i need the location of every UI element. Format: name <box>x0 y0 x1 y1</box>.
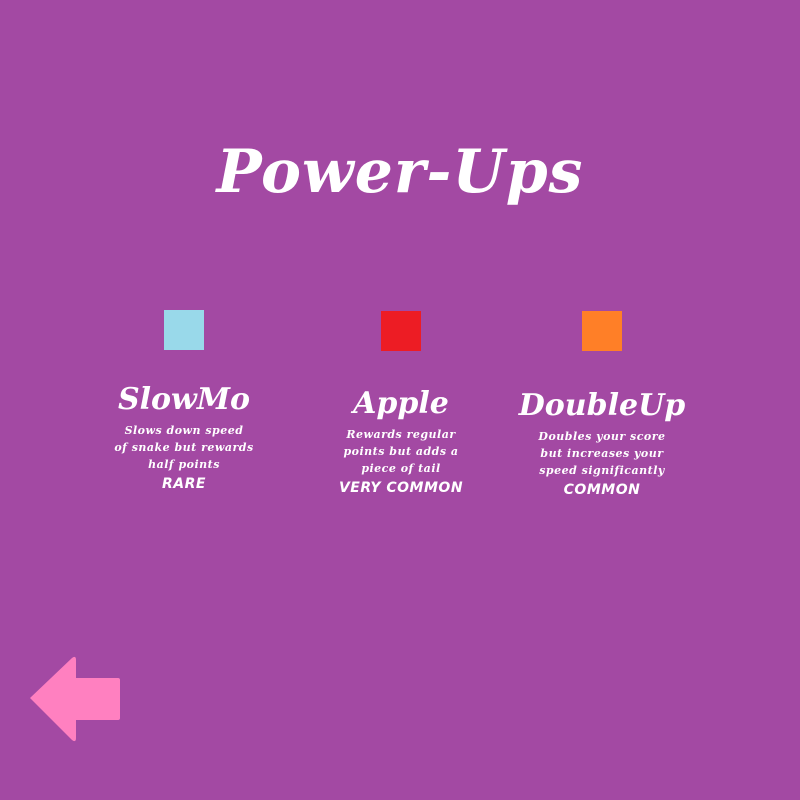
doubleup-swatch <box>582 311 622 351</box>
powerup-description-line: points but adds a <box>343 445 459 458</box>
powerup-description: Slows down speed of snake but rewards ha… <box>84 422 284 473</box>
powerup-apple: Apple Rewards regular points but adds a … <box>301 300 501 500</box>
powerup-description-line: half points <box>148 458 220 471</box>
powerup-description: Rewards regular points but adds a piece … <box>301 426 501 477</box>
back-arrow-icon <box>30 656 120 742</box>
powerup-description-line: piece of tail <box>361 462 441 475</box>
powerup-description-line: Slows down speed <box>124 424 244 437</box>
powerup-rarity: RARE <box>162 476 206 492</box>
apple-swatch <box>381 311 421 351</box>
powerup-description-line: of snake but rewards <box>114 441 254 454</box>
back-button[interactable] <box>30 656 122 744</box>
slowmo-swatch <box>164 310 204 350</box>
page-title: Power-Ups <box>216 137 584 207</box>
powerup-name: SlowMo <box>117 382 251 417</box>
powerup-rarity: VERY COMMON <box>338 480 464 496</box>
powerup-description-line: Rewards regular <box>346 428 456 441</box>
powerup-name: DoubleUp <box>518 388 686 423</box>
powerup-slowmo: SlowMo Slows down speed of snake but rew… <box>84 300 284 500</box>
powerup-description-line: but increases your <box>540 447 664 460</box>
powerup-description: Doubles your score but increases your sp… <box>502 428 702 479</box>
powerup-rarity: COMMON <box>563 482 641 498</box>
powerup-doubleup: DoubleUp Doubles your score but increase… <box>502 300 702 500</box>
powerup-name: Apple <box>353 386 449 421</box>
powerup-description-line: speed significantly <box>539 464 665 477</box>
powerup-description-line: Doubles your score <box>538 430 666 443</box>
back-arrow-shape <box>30 656 120 742</box>
